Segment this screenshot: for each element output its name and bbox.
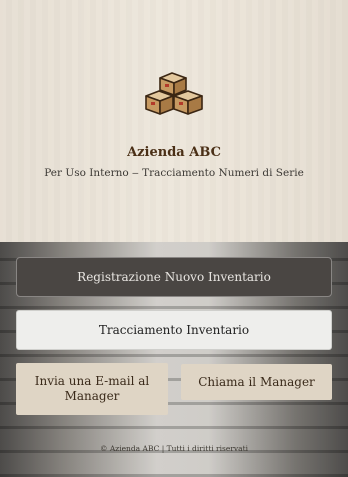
track-inventory-label: Tracciamento Inventario — [98, 323, 250, 337]
register-inventory-button[interactable]: Registrazione Nuovo Inventario — [16, 257, 332, 297]
call-manager-button[interactable]: Chiama il Manager — [181, 364, 332, 400]
header: Azienda ABC Per Uso Interno ‒ Tracciamen… — [0, 0, 348, 242]
footer-copyright: © Azienda ABC | Tutti i diritti riservat… — [99, 444, 249, 453]
email-manager-label: Invia una E-mail al Manager — [34, 374, 150, 403]
company-title: Azienda ABC — [127, 145, 221, 160]
stacked-boxes-icon — [144, 70, 204, 118]
track-inventory-button[interactable]: Tracciamento Inventario — [16, 310, 332, 350]
company-subtitle: Per Uso Interno ‒ Tracciamento Numeri di… — [44, 167, 304, 179]
register-inventory-label: Registrazione Nuovo Inventario — [77, 270, 271, 284]
call-manager-label: Chiama il Manager — [198, 375, 315, 389]
email-manager-button[interactable]: Invia una E-mail al Manager — [16, 363, 168, 415]
app-screen: Azienda ABC Per Uso Interno ‒ Tracciamen… — [0, 0, 348, 477]
